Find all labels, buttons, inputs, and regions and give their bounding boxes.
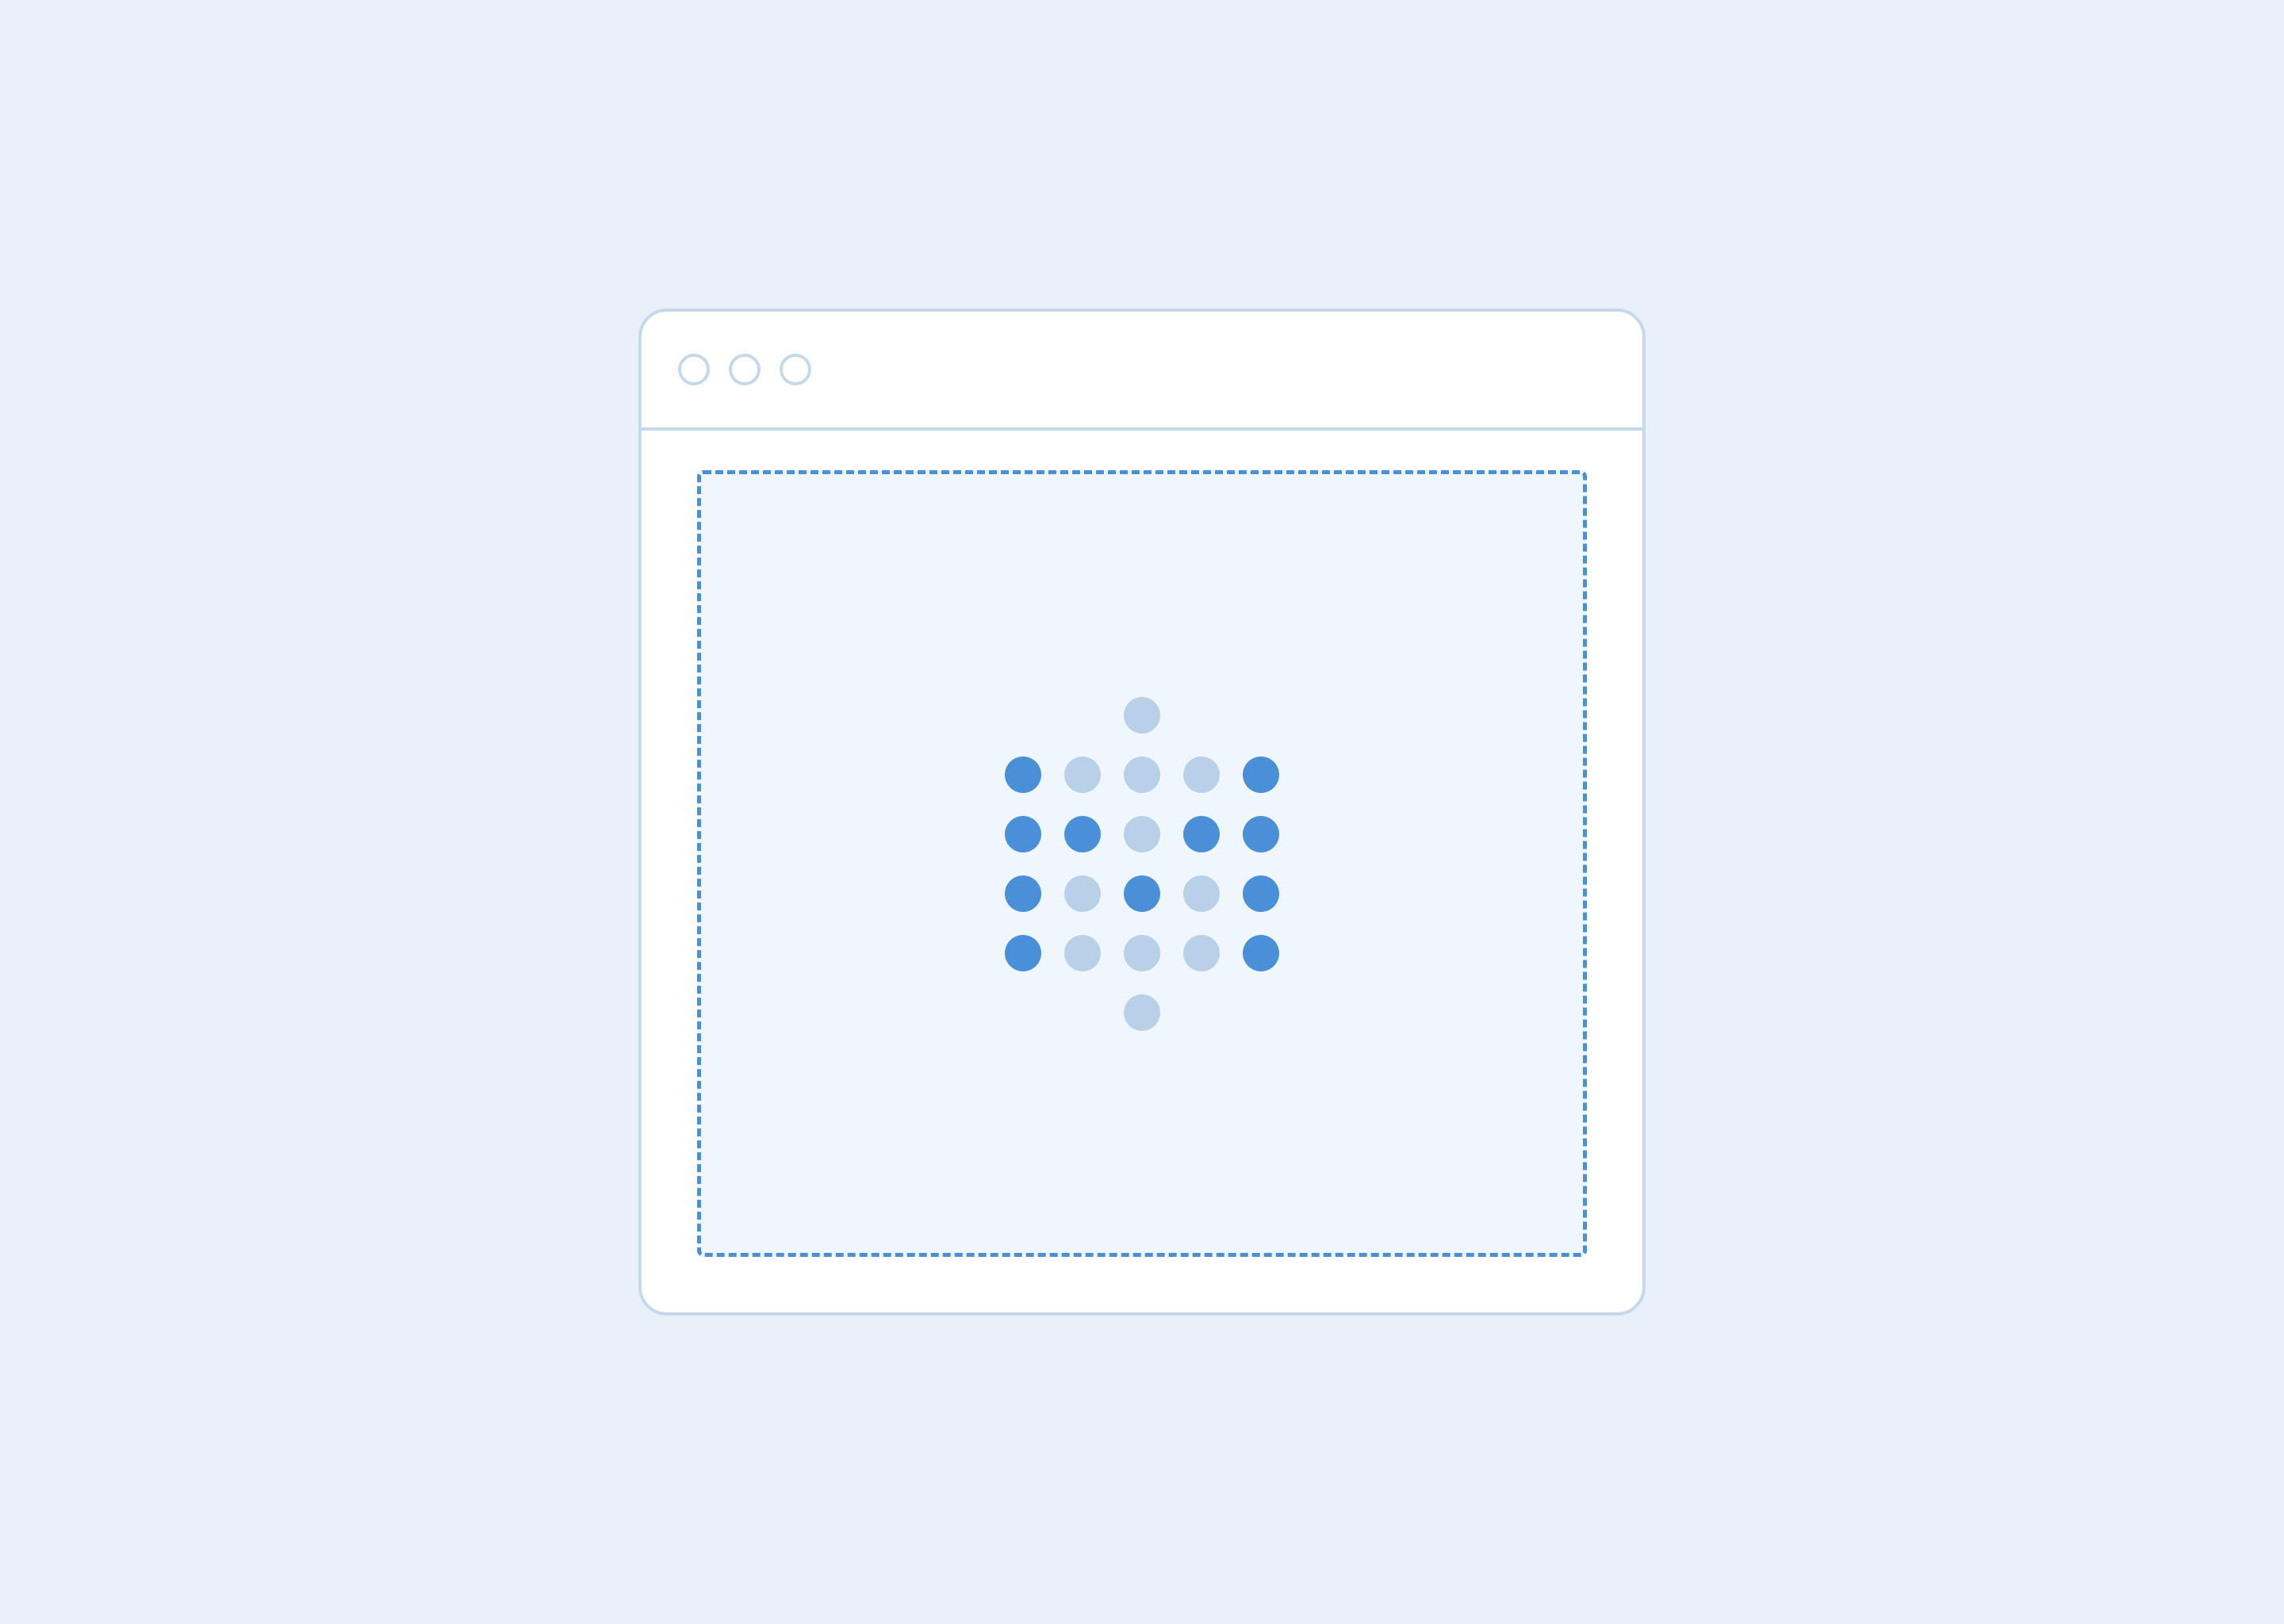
dot-icon [1243,935,1279,971]
dot-icon [1124,994,1160,1031]
dot-icon [1005,935,1041,971]
dot-icon [1124,756,1160,793]
window-control-close-icon [678,354,710,385]
dot-row [1005,875,1279,912]
dot-icon [1124,697,1160,733]
dot-icon [1183,875,1220,912]
dot-row [1124,994,1160,1031]
dot-icon [1064,875,1101,912]
window-control-minimize-icon [729,354,761,385]
dot-icon [1183,935,1220,971]
dot-icon [1005,756,1041,793]
dot-row [1005,816,1279,852]
dot-icon [1183,816,1220,852]
dropzone-area[interactable] [697,470,1587,1257]
dot-icon [1005,816,1041,852]
dot-icon [1005,875,1041,912]
dot-icon [1064,816,1101,852]
dot-icon [1064,935,1101,971]
dot-icon [1243,756,1279,793]
dot-icon [1124,935,1160,971]
dot-row [1005,935,1279,971]
browser-window-illustration [638,308,1646,1316]
dot-icon [1064,756,1101,793]
dot-row [1124,697,1160,733]
dot-icon [1243,875,1279,912]
dot-pattern-icon [1005,697,1279,1031]
dot-icon [1124,875,1160,912]
dot-icon [1124,816,1160,852]
window-control-maximize-icon [780,354,811,385]
window-title-bar [642,312,1642,431]
dot-icon [1243,816,1279,852]
dot-icon [1183,756,1220,793]
dot-row [1005,756,1279,793]
